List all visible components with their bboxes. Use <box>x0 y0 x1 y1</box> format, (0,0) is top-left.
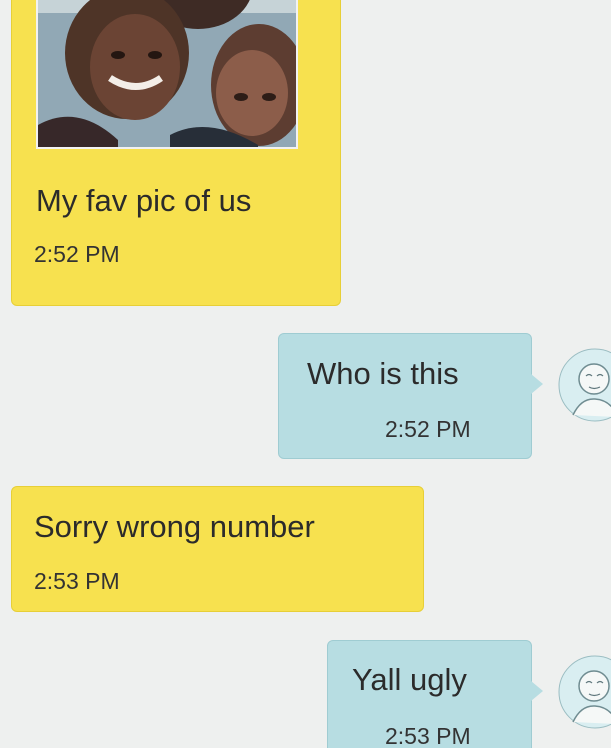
contact-avatar-icon[interactable] <box>558 348 611 422</box>
message-time: 2:52 PM <box>34 241 120 267</box>
bubble-tail <box>531 681 543 701</box>
message-bubble-outgoing[interactable]: Yall ugly 2:53 PM <box>327 640 543 748</box>
default-contact-avatar-icon <box>558 348 611 422</box>
message-time: 2:53 PM <box>34 568 120 594</box>
message-time: 2:53 PM <box>385 723 471 748</box>
message-text: Yall ugly <box>352 662 467 697</box>
message-bubble-outgoing[interactable]: Who is this 2:52 PM <box>278 333 543 459</box>
bubble-tail <box>531 374 543 394</box>
contact-avatar-icon[interactable] <box>558 655 611 729</box>
message-bubble-incoming[interactable]: My fav pic of us 2:52 PM <box>11 0 341 306</box>
message-text: Who is this <box>307 356 459 391</box>
default-contact-avatar-icon <box>558 655 611 729</box>
shared-photo[interactable] <box>36 0 298 149</box>
message-text: Sorry wrong number <box>34 509 315 544</box>
message-thread: My fav pic of us 2:52 PM Who is this 2:5… <box>0 0 611 748</box>
message-time: 2:52 PM <box>385 416 471 442</box>
message-text: My fav pic of us <box>36 183 252 218</box>
photo-image <box>38 0 296 147</box>
message-bubble-incoming[interactable]: Sorry wrong number 2:53 PM <box>11 486 424 612</box>
